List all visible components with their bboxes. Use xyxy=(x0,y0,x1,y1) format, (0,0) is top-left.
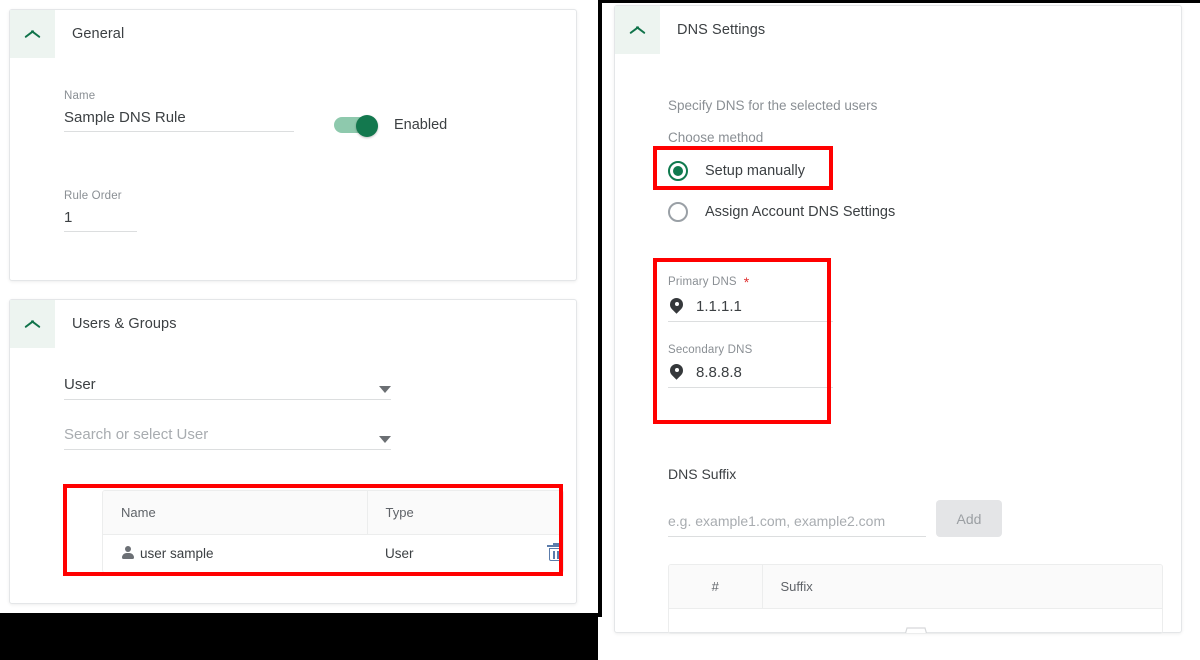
chevron-down-icon xyxy=(379,386,391,393)
user-type-select[interactable]: User xyxy=(64,376,391,400)
enabled-toggle[interactable] xyxy=(334,115,380,137)
suffix-table-header-row: # Suffix xyxy=(669,565,1162,609)
chevron-up-icon xyxy=(24,319,41,329)
left-panel: General Name Sample DNS Rule Enabled Rul… xyxy=(0,0,598,613)
user-type-text: User xyxy=(385,546,414,561)
choose-method-label: Choose method xyxy=(668,130,764,145)
users-table: Name Type user sample User xyxy=(102,490,564,573)
primary-dns-field[interactable]: Primary DNS * 1.1.1.1 xyxy=(668,274,833,322)
cell-user-type: User xyxy=(367,534,563,572)
right-panel: DNS Settings Specify DNS for the selecte… xyxy=(602,0,1200,660)
location-pin-icon xyxy=(670,364,683,381)
name-input[interactable]: Sample DNS Rule xyxy=(64,102,294,132)
dns-suffix-input[interactable] xyxy=(668,513,926,536)
users-groups-card: Users & Groups User Search or select Use… xyxy=(9,299,577,604)
chevron-down-icon xyxy=(379,436,391,443)
rule-order-input[interactable]: 1 xyxy=(64,202,137,232)
dns-settings-card: DNS Settings Specify DNS for the selecte… xyxy=(614,5,1182,634)
radio-setup-manually-label: Setup manually xyxy=(705,163,805,179)
primary-dns-label: Primary DNS xyxy=(668,276,737,288)
dns-description: Specify DNS for the selected users xyxy=(668,98,878,113)
column-header-type: Type xyxy=(366,491,563,535)
enabled-toggle-label: Enabled xyxy=(394,117,448,133)
user-name-text: user sample xyxy=(140,546,214,561)
chevron-up-icon xyxy=(24,29,41,39)
dns-suffix-label: DNS Suffix xyxy=(668,466,737,482)
column-header-suffix: Suffix xyxy=(761,565,1162,609)
right-panel-top-border xyxy=(602,0,1200,3)
required-asterisk: * xyxy=(743,274,750,290)
radio-unselected-icon[interactable] xyxy=(668,202,688,222)
radio-setup-manually[interactable]: Setup manually xyxy=(668,161,805,181)
add-suffix-button[interactable]: Add xyxy=(936,500,1002,537)
general-card: General Name Sample DNS Rule Enabled Rul… xyxy=(9,9,577,281)
cell-user-name: user sample xyxy=(103,534,367,572)
primary-dns-input[interactable]: 1.1.1.1 xyxy=(696,298,742,315)
name-label: Name xyxy=(64,90,96,102)
column-header-index: # xyxy=(669,565,762,609)
secondary-dns-input[interactable]: 8.8.8.8 xyxy=(696,364,742,381)
suffix-table: # Suffix xyxy=(668,564,1163,634)
users-groups-collapse-button[interactable] xyxy=(10,300,55,348)
table-row[interactable]: user sample User xyxy=(103,534,563,572)
person-icon xyxy=(121,546,134,559)
users-table-header-row: Name Type xyxy=(103,491,563,535)
user-search-placeholder: Search or select User xyxy=(64,426,209,443)
general-collapse-button[interactable] xyxy=(10,10,55,58)
radio-assign-account-dns[interactable]: Assign Account DNS Settings xyxy=(668,202,895,222)
name-field[interactable]: Name Sample DNS Rule xyxy=(64,90,294,132)
users-groups-card-title: Users & Groups xyxy=(72,316,177,332)
empty-folder-icon xyxy=(904,627,927,633)
secondary-dns-field[interactable]: Secondary DNS 8.8.8.8 xyxy=(668,344,833,388)
chevron-up-icon xyxy=(629,25,646,35)
dns-settings-card-title: DNS Settings xyxy=(677,22,766,38)
toggle-thumb xyxy=(356,115,378,137)
radio-selected-icon[interactable] xyxy=(668,161,688,181)
empty-state-illustration xyxy=(886,617,946,633)
bottom-black-bar xyxy=(0,613,598,660)
rule-order-field[interactable]: Rule Order 1 xyxy=(64,190,137,232)
user-type-select-value: User xyxy=(64,376,96,393)
dns-settings-collapse-button[interactable] xyxy=(615,6,660,54)
screenshot-root: General Name Sample DNS Rule Enabled Rul… xyxy=(0,0,1200,660)
users-table-element: Name Type user sample User xyxy=(103,491,563,572)
location-pin-icon xyxy=(670,298,683,315)
suffix-table-element: # Suffix xyxy=(669,565,1162,609)
dns-suffix-section: DNS Suffix Add xyxy=(668,466,1002,537)
radio-assign-account-dns-label: Assign Account DNS Settings xyxy=(705,204,896,220)
enabled-toggle-group[interactable]: Enabled xyxy=(334,115,448,137)
secondary-dns-label: Secondary DNS xyxy=(668,344,753,356)
general-card-title: General xyxy=(72,26,125,42)
rule-order-label: Rule Order xyxy=(64,190,122,202)
user-search-select[interactable]: Search or select User xyxy=(64,426,391,450)
column-header-name: Name xyxy=(103,491,367,535)
